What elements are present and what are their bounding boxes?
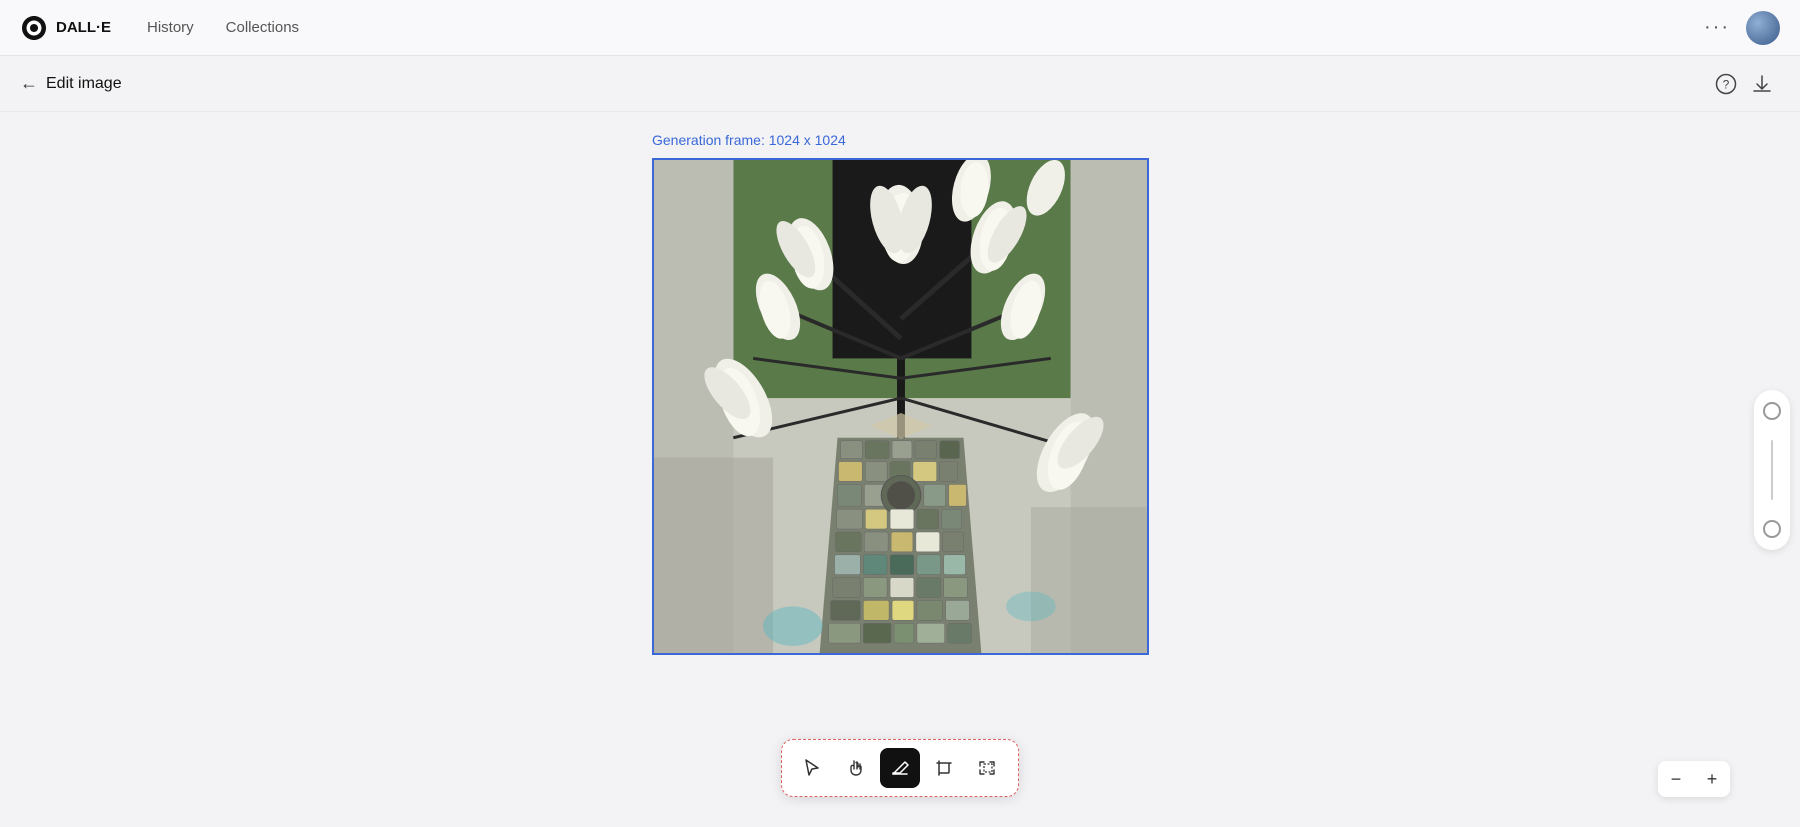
image-border-box[interactable]	[652, 158, 1149, 655]
canvas-area: Generation frame: 1024 x 1024	[0, 112, 1800, 827]
zoom-out-button[interactable]: −	[1658, 761, 1694, 797]
brush-size-slider[interactable]	[1754, 390, 1790, 550]
select-tool-button[interactable]	[792, 748, 832, 788]
back-button[interactable]: ← Edit image	[20, 73, 122, 94]
hand-tool-button[interactable]	[836, 748, 876, 788]
generation-frame-label: Generation frame: 1024 x 1024	[652, 132, 846, 148]
zoom-in-button[interactable]: +	[1694, 761, 1730, 797]
slider-track	[1771, 440, 1773, 500]
avatar-image	[1746, 11, 1780, 45]
nav-history[interactable]: History	[135, 13, 206, 42]
eraser-tool-button[interactable]	[880, 748, 920, 788]
user-avatar[interactable]	[1746, 11, 1780, 45]
hand-icon	[846, 758, 866, 778]
download-icon	[1751, 73, 1773, 95]
zoom-controls: − +	[1658, 761, 1730, 797]
help-icon: ?	[1715, 73, 1737, 95]
back-arrow-icon: ←	[20, 73, 38, 94]
nav-collections[interactable]: Collections	[214, 13, 311, 42]
expand-icon	[978, 758, 998, 778]
app-name: DALL·E	[56, 19, 111, 36]
select-icon	[802, 758, 822, 778]
crop-icon	[934, 758, 954, 778]
download-button[interactable]	[1744, 66, 1780, 102]
expand-tool-button[interactable]	[968, 748, 1008, 788]
edit-image-label: Edit image	[46, 75, 122, 93]
drawing-tools-toolbar	[781, 739, 1019, 797]
edit-toolbar: ← Edit image ?	[0, 56, 1800, 112]
image-canvas-wrapper	[652, 158, 1149, 655]
svg-text:?: ?	[1723, 77, 1730, 91]
canvas-image	[654, 160, 1147, 653]
main-content-area: Generation frame: 1024 x 1024	[0, 112, 1800, 827]
brush-size-panel	[1744, 112, 1800, 827]
openai-logo-icon	[20, 14, 48, 42]
crop-tool-button[interactable]	[924, 748, 964, 788]
eraser-icon	[890, 758, 910, 778]
slider-handle-top	[1763, 402, 1781, 420]
nav-more-button[interactable]: ···	[1696, 12, 1738, 43]
slider-handle-bottom	[1763, 520, 1781, 538]
logo-area[interactable]: DALL·E	[20, 14, 111, 42]
help-button[interactable]: ?	[1708, 66, 1744, 102]
top-navigation: DALL·E History Collections ···	[0, 0, 1800, 56]
